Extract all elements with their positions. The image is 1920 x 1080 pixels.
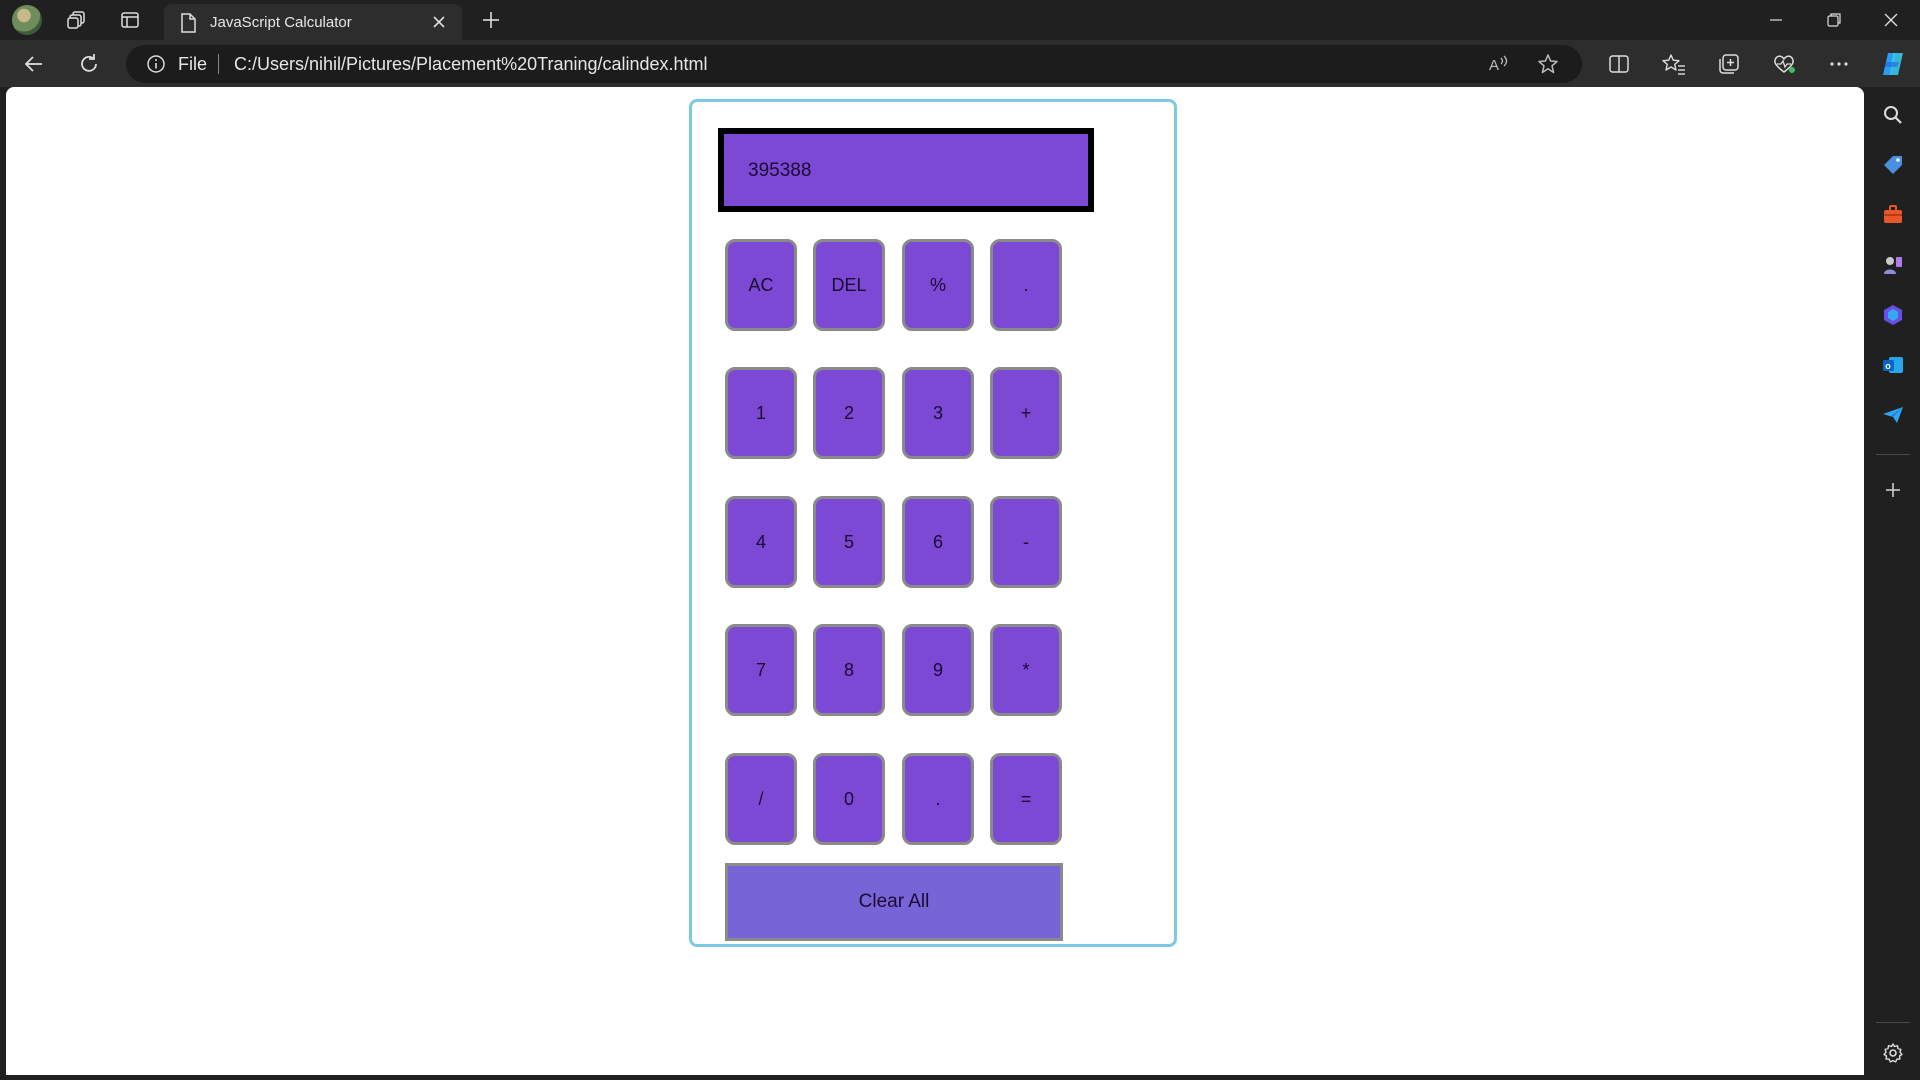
edge-sidebar: o [1866, 87, 1920, 1080]
new-tab-icon[interactable] [476, 8, 506, 32]
sidebar-divider-bottom [1876, 1022, 1910, 1023]
add-app-icon[interactable] [1877, 474, 1909, 506]
svg-text:A: A [1489, 57, 1499, 74]
key-del[interactable]: DEL [813, 239, 885, 331]
copilot-app-icon[interactable] [1877, 299, 1909, 331]
calculator-display: 395388 [718, 128, 1094, 212]
key-plus[interactable]: + [990, 367, 1062, 459]
calculator: 395388 AC DEL % . 1 2 3 + 4 5 6 - 7 8 9 … [689, 99, 1177, 947]
key-divide[interactable]: / [725, 753, 797, 845]
workspaces-icon[interactable] [62, 6, 92, 34]
key-2[interactable]: 2 [813, 367, 885, 459]
browser-toolbar: File C:/Users/nihil/Pictures/Placement%2… [0, 40, 1920, 87]
key-9[interactable]: 9 [902, 624, 974, 716]
restore-icon[interactable] [1805, 0, 1863, 40]
key-8[interactable]: 8 [813, 624, 885, 716]
page-icon [180, 13, 196, 33]
key-ac[interactable]: AC [725, 239, 797, 331]
active-tab[interactable]: JavaScript Calculator [164, 4, 462, 40]
tab-close-icon[interactable] [428, 11, 450, 33]
address-divider [218, 54, 219, 74]
url-text[interactable]: C:/Users/nihil/Pictures/Placement%20Tran… [234, 54, 708, 75]
back-icon[interactable] [16, 46, 52, 82]
shopping-tag-icon[interactable] [1877, 149, 1909, 181]
svg-text:o: o [1885, 361, 1891, 371]
tools-briefcase-icon[interactable] [1877, 199, 1909, 231]
copilot-icon[interactable] [1877, 48, 1909, 80]
site-info-icon[interactable] [146, 54, 166, 74]
games-icon[interactable] [1877, 249, 1909, 281]
address-bar[interactable]: File C:/Users/nihil/Pictures/Placement%2… [126, 45, 1582, 83]
key-dot-top[interactable]: . [990, 239, 1062, 331]
key-4[interactable]: 4 [725, 496, 797, 588]
key-6[interactable]: 6 [902, 496, 974, 588]
scheme-label: File [178, 54, 208, 74]
key-1[interactable]: 1 [725, 367, 797, 459]
key-equals[interactable]: = [990, 753, 1062, 845]
favorite-star-icon[interactable] [1532, 48, 1564, 80]
sidebar-settings-gear-icon[interactable] [1877, 1037, 1909, 1069]
key-3[interactable]: 3 [902, 367, 974, 459]
key-minus[interactable]: - [990, 496, 1062, 588]
page-viewport: 395388 AC DEL % . 1 2 3 + 4 5 6 - 7 8 9 … [6, 87, 1864, 1075]
key-decimal[interactable]: . [902, 753, 974, 845]
more-options-icon[interactable] [1823, 48, 1855, 80]
sidebar-divider [1876, 454, 1910, 455]
browser-essentials-icon[interactable] [1768, 48, 1800, 80]
profile-avatar[interactable] [12, 5, 42, 35]
favorites-icon[interactable] [1658, 48, 1690, 80]
vertical-tabs-icon[interactable] [115, 6, 145, 34]
split-screen-icon[interactable] [1603, 48, 1635, 80]
minimize-icon[interactable] [1747, 0, 1805, 40]
key-percent[interactable]: % [902, 239, 974, 331]
title-bar: JavaScript Calculator [0, 0, 1920, 40]
key-5[interactable]: 5 [813, 496, 885, 588]
outlook-icon[interactable]: o [1877, 349, 1909, 381]
key-multiply[interactable]: * [990, 624, 1062, 716]
read-aloud-icon[interactable]: A [1482, 48, 1514, 80]
close-window-icon[interactable] [1862, 0, 1920, 40]
search-icon[interactable] [1877, 99, 1909, 131]
key-0[interactable]: 0 [813, 753, 885, 845]
refresh-icon[interactable] [71, 46, 107, 82]
key-7[interactable]: 7 [725, 624, 797, 716]
tab-title: JavaScript Calculator [210, 14, 352, 31]
clear-all-button[interactable]: Clear All [725, 863, 1063, 941]
send-icon[interactable] [1877, 399, 1909, 431]
collections-icon[interactable] [1713, 48, 1745, 80]
